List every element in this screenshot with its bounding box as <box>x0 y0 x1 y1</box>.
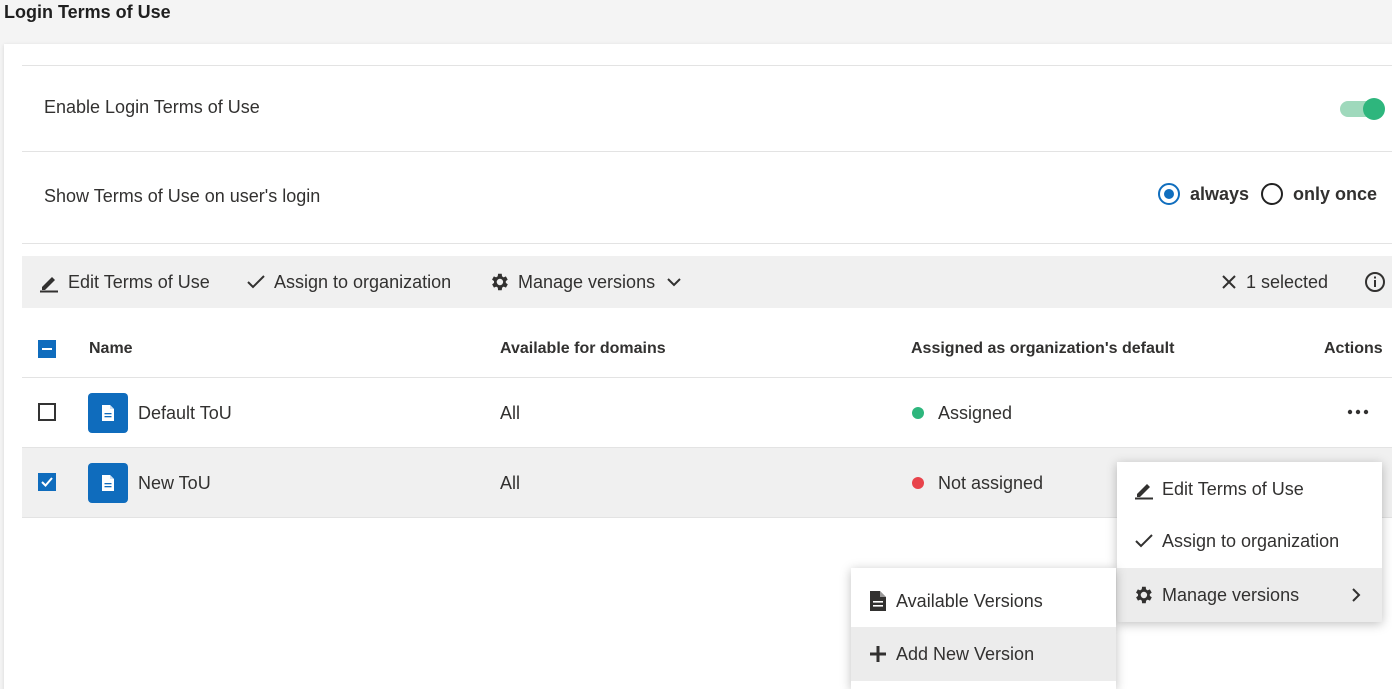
select-all-checkbox[interactable] <box>38 340 56 358</box>
row-checkbox[interactable] <box>38 473 56 491</box>
assign-org-label: Assign to organization <box>274 271 452 292</box>
manage-versions-button[interactable]: Manage versions <box>488 256 691 308</box>
edit-icon <box>1135 484 1153 500</box>
gear-icon <box>492 273 508 291</box>
checkmark-icon <box>41 477 53 487</box>
show-tou-radio-group: always only once <box>1158 183 1389 205</box>
checkmark-icon <box>1135 534 1153 548</box>
column-header-assigned[interactable]: Assigned as organization's default <box>911 340 1174 358</box>
menu-item-manage-versions[interactable]: Manage versions <box>1117 568 1382 622</box>
chevron-down-icon <box>667 278 681 287</box>
status-dot-green <box>912 407 924 419</box>
enable-tou-toggle[interactable] <box>1340 98 1386 120</box>
document-icon <box>88 393 128 433</box>
menu-item-add-new-version[interactable]: Add New Version <box>851 627 1116 681</box>
menu-item-available-versions-label: Available Versions <box>896 590 1043 611</box>
indeterminate-mark <box>42 348 52 350</box>
menu-item-assign[interactable]: Assign to organization <box>1117 514 1382 568</box>
edit-tou-button[interactable]: Edit Terms of Use <box>38 256 210 308</box>
menu-item-edit-label: Edit Terms of Use <box>1162 478 1304 499</box>
manage-versions-submenu: Available Versions Add New Version <box>851 568 1116 689</box>
show-tou-label: Show Terms of Use on user's login <box>44 186 321 206</box>
radio-only-once-label[interactable]: only once <box>1293 184 1377 205</box>
document-icon <box>88 463 128 503</box>
divider <box>22 65 1392 66</box>
enable-tou-label: Enable Login Terms of Use <box>44 97 260 117</box>
clear-selection-button[interactable]: 1 selected <box>1220 256 1328 308</box>
radio-always-label[interactable]: always <box>1190 184 1249 205</box>
command-bar: Edit Terms of Use Assign to organization… <box>22 256 1392 308</box>
menu-item-add-new-version-label: Add New Version <box>896 643 1035 664</box>
row-status: Assigned <box>938 403 1013 423</box>
column-header-actions: Actions <box>1324 340 1383 357</box>
row-checkbox[interactable] <box>38 403 56 421</box>
radio-always[interactable] <box>1158 183 1180 205</box>
menu-item-assign-label: Assign to organization <box>1162 530 1340 551</box>
more-actions-button[interactable] <box>1346 402 1370 422</box>
gear-icon <box>1136 586 1152 604</box>
chevron-right-icon <box>1352 588 1361 602</box>
divider <box>22 151 1392 152</box>
radio-only-once[interactable] <box>1261 183 1284 205</box>
row-name[interactable]: Default ToU <box>138 403 232 424</box>
info-button[interactable] <box>1364 256 1392 308</box>
document-icon <box>870 591 886 611</box>
more-horizontal-icon <box>1347 409 1369 415</box>
info-icon <box>1365 272 1385 292</box>
divider <box>22 243 1392 244</box>
menu-item-manage-versions-label: Manage versions <box>1162 584 1300 605</box>
toggle-thumb <box>1363 98 1385 120</box>
page-title: Login Terms of Use <box>4 2 171 22</box>
selected-count: 1 selected <box>1246 271 1329 292</box>
checkmark-icon <box>247 275 265 289</box>
edit-tou-label: Edit Terms of Use <box>68 271 210 292</box>
menu-item-available-versions[interactable]: Available Versions <box>851 574 1116 628</box>
row-status: Not assigned <box>938 473 1044 493</box>
row-domains: All <box>500 403 521 423</box>
close-icon <box>1222 275 1236 289</box>
assign-org-button[interactable]: Assign to organization <box>246 256 451 308</box>
manage-versions-label: Manage versions <box>518 271 656 292</box>
table-row[interactable]: Default ToU All Assigned <box>22 378 1392 448</box>
plus-icon <box>870 646 886 662</box>
column-header-domains[interactable]: Available for domains <box>500 340 666 358</box>
row-name[interactable]: New ToU <box>138 473 211 494</box>
edit-icon <box>40 277 58 293</box>
menu-item-edit[interactable]: Edit Terms of Use <box>1117 462 1382 516</box>
row-context-menu: Edit Terms of Use Assign to organization… <box>1117 462 1382 622</box>
row-domains: All <box>500 473 521 493</box>
status-dot-red <box>912 477 924 489</box>
column-header-name[interactable]: Name <box>89 340 133 358</box>
